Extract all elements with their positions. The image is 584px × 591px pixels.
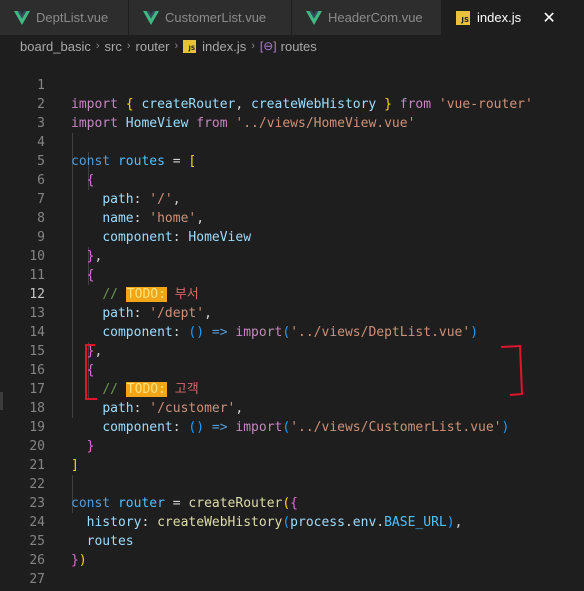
tab-label: index.js: [477, 10, 522, 25]
tab-deptlist[interactable]: DeptList.vue: [0, 0, 129, 35]
breadcrumb-item[interactable]: router: [136, 39, 170, 54]
chevron-right-icon: ›: [95, 40, 100, 52]
breadcrumb-item[interactable]: index.js: [202, 39, 246, 54]
breadcrumb-item[interactable]: board_basic: [20, 39, 91, 54]
vue-icon: [306, 10, 322, 25]
tab-label: DeptList.vue: [36, 10, 109, 25]
close-icon[interactable]: ✕: [541, 8, 557, 28]
chevron-right-icon: ›: [126, 40, 131, 52]
tab-customerlist[interactable]: CustomerList.vue: [129, 0, 292, 35]
annotation-brackets: [85, 344, 524, 400]
tab-label: CustomerList.vue: [165, 10, 267, 25]
chevron-right-icon: ›: [174, 40, 179, 52]
editor-tab-bar: DeptList.vue CustomerList.vue HeaderCom.…: [0, 0, 584, 35]
js-icon: JS: [183, 39, 197, 53]
tab-label: HeaderCom.vue: [328, 10, 423, 25]
vue-icon: [143, 10, 159, 25]
breadcrumb-item[interactable]: src: [105, 39, 122, 54]
tab-index-js[interactable]: JS index.js ✕: [442, 0, 584, 35]
code-editor[interactable]: 1 import { createRouter, createWebHistor…: [0, 57, 584, 591]
js-icon: JS: [456, 10, 470, 25]
vue-icon: [14, 10, 30, 25]
symbol-variable-icon: [⊖]: [259, 39, 277, 53]
left-bracket: [85, 344, 97, 400]
chevron-right-icon: ›: [251, 40, 255, 52]
breadcrumb-symbol[interactable]: routes: [281, 39, 317, 54]
tab-headercom[interactable]: HeaderCom.vue: [292, 0, 442, 35]
right-bracket: [500, 344, 524, 396]
breadcrumb: board_basic › src › router › JS index.js…: [0, 35, 584, 57]
